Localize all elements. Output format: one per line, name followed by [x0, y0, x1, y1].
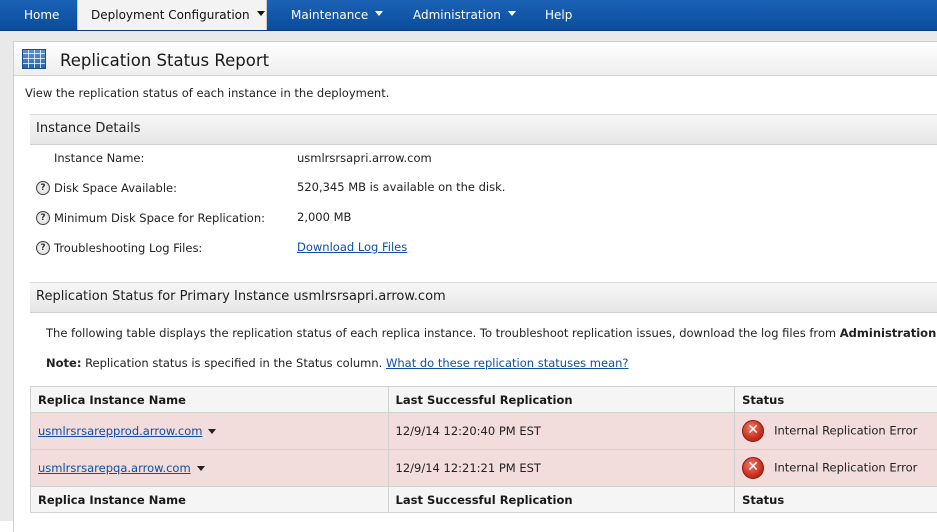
help-icon[interactable]: ?	[36, 241, 50, 255]
min-disk-space-label: Minimum Disk Space for Replication:	[54, 211, 265, 225]
log-files-value: Download Log Files	[297, 240, 407, 254]
description-text: The following table displays the replica…	[46, 326, 840, 340]
column-footer: Last Successful Replication	[388, 487, 735, 513]
left-gutter	[0, 31, 13, 521]
column-footer: Status	[735, 487, 937, 513]
status-text: Internal Replication Error	[774, 461, 917, 475]
report-grid-icon	[22, 49, 46, 69]
last-replication-cell: 12/9/14 12:21:21 PM EST	[388, 450, 735, 487]
description-admin-path: Administration >	[840, 326, 937, 340]
nav-deployment-configuration-label: Deployment Configuration	[91, 8, 250, 22]
nav-help-label: Help	[545, 8, 572, 22]
replication-table: Replica Instance Name Last Successful Re…	[30, 386, 937, 513]
nav-maintenance-label: Maintenance	[291, 8, 368, 22]
chevron-down-icon[interactable]	[208, 429, 216, 434]
download-log-files-link[interactable]: Download Log Files	[297, 240, 407, 254]
status-cell: ✕ Internal Replication Error	[735, 450, 937, 487]
nav-home-label: Home	[24, 8, 59, 22]
column-header[interactable]: Replica Instance Name	[31, 387, 389, 413]
column-header[interactable]: Status	[735, 387, 937, 413]
help-icon[interactable]: ?	[36, 211, 50, 225]
column-footer: Replica Instance Name	[31, 487, 389, 513]
instance-name-label: Instance Name:	[54, 151, 144, 165]
note-text: Replication status is specified in the S…	[81, 356, 386, 370]
min-disk-space-value: 2,000 MB	[297, 210, 351, 224]
page-intro: View the replication status of each inst…	[25, 86, 389, 100]
column-header[interactable]: Last Successful Replication	[388, 387, 735, 413]
note-label: Note:	[46, 356, 81, 370]
replication-description: The following table displays the replica…	[46, 326, 937, 340]
status-meaning-link[interactable]: What do these replication statuses mean?	[386, 356, 629, 370]
error-icon: ✕	[742, 457, 764, 479]
nav-home[interactable]: Home	[24, 0, 59, 30]
instance-details-header	[30, 114, 937, 145]
top-nav: Home Deployment Configuration Maintenanc…	[0, 0, 937, 31]
table-row: usmlrsrsarepprod.arrow.com 12/9/14 12:20…	[31, 413, 937, 450]
error-icon: ✕	[742, 420, 764, 442]
page-background	[0, 31, 937, 41]
log-files-label: Troubleshooting Log Files:	[54, 241, 202, 255]
nav-maintenance[interactable]: Maintenance	[291, 0, 383, 30]
replica-instance-link[interactable]: usmlrsrsarepprod.arrow.com	[38, 424, 202, 438]
status-text: Internal Replication Error	[774, 424, 917, 438]
nav-help[interactable]: Help	[545, 0, 572, 30]
nav-deployment-configuration[interactable]: Deployment Configuration	[77, 0, 267, 30]
replica-instance-cell: usmlrsrsarepqa.arrow.com	[31, 450, 389, 487]
instance-details-title: Instance Details	[36, 121, 141, 136]
nav-administration[interactable]: Administration	[413, 0, 516, 30]
help-icon[interactable]: ?	[36, 181, 50, 195]
chevron-down-icon	[375, 11, 383, 16]
instance-name-value: usmlrsrsapri.arrow.com	[297, 151, 432, 165]
replication-note: Note: Replication status is specified in…	[46, 356, 629, 370]
last-replication-cell: 12/9/14 12:20:40 PM EST	[388, 413, 735, 450]
replica-instance-cell: usmlrsrsarepprod.arrow.com	[31, 413, 389, 450]
disk-space-label: Disk Space Available:	[54, 181, 177, 195]
table-header-row: Replica Instance Name Last Successful Re…	[31, 387, 937, 413]
chevron-down-icon	[508, 11, 516, 16]
replica-instance-link[interactable]: usmlrsrsarepqa.arrow.com	[38, 461, 191, 475]
status-cell: ✕ Internal Replication Error	[735, 413, 937, 450]
nav-administration-label: Administration	[413, 8, 501, 22]
chevron-down-icon[interactable]	[197, 466, 205, 471]
table-footer-row: Replica Instance Name Last Successful Re…	[31, 487, 937, 513]
disk-space-value: 520,345 MB is available on the disk.	[297, 180, 505, 194]
replication-status-title: Replication Status for Primary Instance …	[36, 289, 446, 304]
table-row: usmlrsrsarepqa.arrow.com 12/9/14 12:21:2…	[31, 450, 937, 487]
chevron-down-icon	[257, 11, 265, 16]
page-title: Replication Status Report	[60, 51, 269, 70]
